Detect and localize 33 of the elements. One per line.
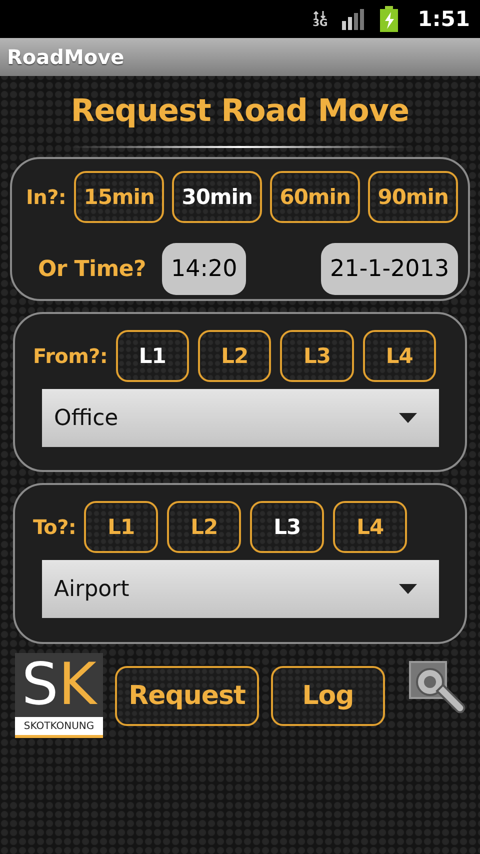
option-button[interactable]: 90min: [368, 171, 458, 223]
log-button[interactable]: Log: [271, 666, 385, 726]
option-button[interactable]: L3: [250, 501, 324, 553]
request-button[interactable]: Request: [115, 666, 259, 726]
location-dropdown[interactable]: Office: [42, 389, 439, 447]
logo-letter: K: [58, 655, 96, 717]
option-button[interactable]: L4: [362, 330, 436, 382]
option-button[interactable]: L1: [84, 501, 158, 553]
clock-text: 1:51: [418, 7, 470, 31]
to-label: To?:: [33, 515, 76, 539]
time-label: Or Time?: [38, 256, 146, 282]
logo-caption: SKOTKONUNG: [15, 717, 103, 738]
option-button[interactable]: L1: [116, 330, 189, 382]
battery-icon: [380, 6, 398, 32]
dropdown-arrow-icon: [399, 584, 417, 594]
option-button[interactable]: L2: [198, 330, 272, 382]
from-label: From?:: [33, 344, 108, 368]
page-heading: Request Road Move: [70, 92, 410, 131]
option-button[interactable]: L2: [167, 501, 242, 553]
time-field[interactable]: 14:20: [162, 243, 246, 295]
location-dropdown[interactable]: Airport: [42, 560, 439, 618]
date-field[interactable]: 21-1-2013: [321, 243, 458, 295]
app-title: RoadMove: [7, 45, 124, 69]
option-button[interactable]: L3: [280, 330, 354, 382]
in-label: In?:: [26, 185, 66, 209]
logo-letter: S: [22, 655, 58, 717]
option-button[interactable]: L4: [333, 501, 408, 553]
dropdown-arrow-icon: [399, 413, 417, 423]
network-indicator: 3G: [312, 10, 328, 28]
signal-icon: [342, 8, 366, 30]
option-button[interactable]: 15min: [74, 171, 164, 223]
option-button[interactable]: 60min: [270, 171, 360, 223]
option-button[interactable]: 30min: [172, 171, 262, 223]
